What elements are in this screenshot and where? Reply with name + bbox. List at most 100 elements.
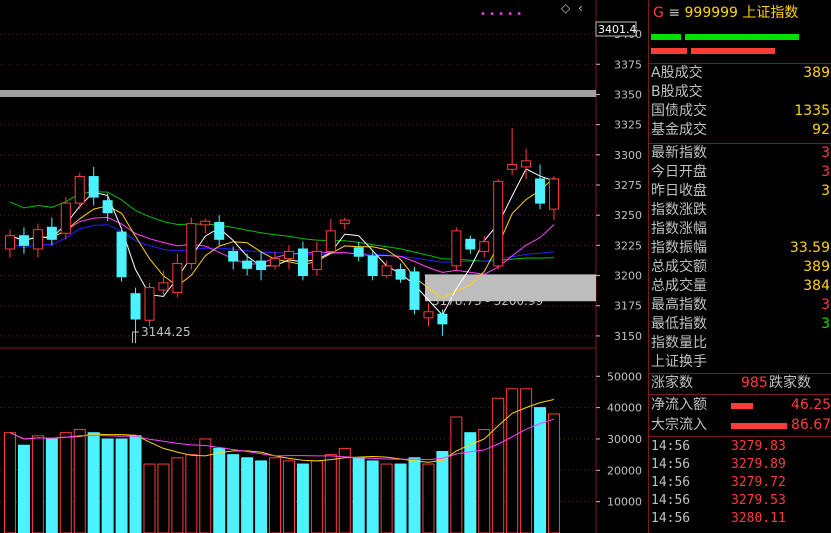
flow-value: 86.67亿 bbox=[791, 417, 831, 433]
quote-label: 总成交额 bbox=[651, 259, 707, 275]
candle-body bbox=[507, 163, 518, 170]
candle-body bbox=[242, 260, 253, 269]
volume-bar bbox=[59, 432, 72, 533]
candle-body bbox=[18, 235, 29, 246]
candle-body bbox=[535, 178, 546, 204]
candle-body bbox=[256, 260, 267, 271]
candle-body bbox=[88, 176, 99, 198]
menu-icon[interactable]: ≡ bbox=[668, 5, 680, 21]
price-tag: 3401.4 bbox=[598, 23, 637, 36]
volume-bar bbox=[492, 397, 505, 533]
price-axis: 3400337533503325330032753250322532003175… bbox=[596, 28, 642, 343]
volume-bar bbox=[478, 429, 491, 533]
candle-body bbox=[423, 311, 434, 319]
flow-label: 大宗流入 bbox=[651, 417, 707, 433]
candle-body bbox=[144, 287, 155, 321]
volume-bar bbox=[31, 435, 44, 533]
quote-row: 总成交量 384 bbox=[651, 277, 831, 296]
flow-row: 净流入额 46.25亿 bbox=[651, 396, 831, 415]
candle-body bbox=[270, 258, 281, 267]
flow-bar bbox=[731, 403, 753, 409]
low-label: 3144.25 bbox=[141, 325, 191, 339]
volume-bar bbox=[436, 451, 449, 533]
volume-bar bbox=[255, 460, 268, 533]
price-tick-label: 3275 bbox=[614, 179, 642, 192]
quote-value: 1335 bbox=[794, 103, 830, 119]
candle-body bbox=[493, 180, 504, 267]
panel-title: G ≡ 999999 上证指数 bbox=[653, 2, 798, 22]
diamond-icon[interactable]: ◇ bbox=[561, 1, 571, 15]
tick-price: 3279.53 bbox=[731, 493, 786, 508]
quote-label: 指数振幅 bbox=[651, 240, 707, 256]
quote-label: 最新指数 bbox=[651, 145, 707, 161]
candle-body bbox=[46, 226, 57, 240]
g-label[interactable]: G bbox=[653, 5, 664, 21]
quote-value: 3 bbox=[821, 145, 830, 161]
volume-bar bbox=[45, 438, 58, 533]
chevron-icon[interactable]: ‹ bbox=[578, 1, 583, 15]
quote-value: 389 bbox=[803, 259, 830, 275]
volume-bar bbox=[129, 435, 142, 533]
quote-label: 最低指数 bbox=[651, 316, 707, 332]
tick-row: 14:56 3279.83 bbox=[651, 438, 831, 456]
quote-panel: G ≡ 999999 上证指数 A股成交 389 B股成交国债成交 1335 基金成交 9… bbox=[648, 0, 831, 533]
advance-decline-row: 涨家数 985 跌家数 bbox=[651, 374, 831, 393]
volume-bar bbox=[520, 388, 533, 533]
quote-row: A股成交 389 bbox=[651, 64, 831, 83]
volume-bar bbox=[87, 432, 100, 533]
quote-label: 国债成交 bbox=[651, 103, 707, 119]
volume-tick-label: 40000 bbox=[607, 402, 642, 415]
candle-body bbox=[283, 250, 294, 260]
volume-bar bbox=[394, 463, 407, 533]
price-tick-label: 3350 bbox=[614, 88, 642, 101]
quote-label: 指数涨跌 bbox=[651, 202, 707, 218]
candle-body bbox=[521, 160, 532, 168]
volume-bar bbox=[17, 444, 30, 533]
volume-bar bbox=[380, 463, 393, 533]
quote-label: B股成交 bbox=[651, 84, 703, 100]
advance-value: 985 bbox=[741, 375, 768, 391]
quote-row: 上证换手 bbox=[651, 353, 831, 372]
quote-value: 384 bbox=[803, 278, 830, 294]
stock-name: 上证指数 bbox=[742, 5, 799, 21]
candle-body bbox=[116, 231, 127, 278]
quote-row: 今日开盘 3 bbox=[651, 163, 831, 182]
volume-bar bbox=[324, 454, 337, 533]
tick-time: 14:56 bbox=[651, 457, 691, 472]
candle-body bbox=[60, 202, 71, 234]
candle-body bbox=[353, 247, 364, 257]
flow-label: 净流入额 bbox=[651, 397, 707, 413]
volume-bar bbox=[227, 454, 240, 533]
highlight-band bbox=[0, 90, 596, 97]
volume-bar bbox=[338, 447, 351, 533]
quote-label: 最高指数 bbox=[651, 297, 707, 313]
volume-bar bbox=[366, 460, 379, 533]
quote-row: 最新指数 3 bbox=[651, 144, 831, 163]
price-tick-label: 3300 bbox=[614, 149, 642, 162]
tick-price: 3279.89 bbox=[731, 457, 786, 472]
quote-label: 上证换手 bbox=[651, 354, 707, 370]
volume-bar bbox=[296, 463, 309, 533]
volume-axis: 50000 40000 30000 20000 10000 bbox=[596, 370, 642, 509]
candle-body bbox=[451, 230, 462, 267]
candle-body bbox=[228, 250, 239, 262]
volume-bar bbox=[310, 460, 323, 533]
candle-body bbox=[549, 178, 559, 210]
price-tick-label: 3225 bbox=[614, 239, 642, 252]
quote-label: 指数涨幅 bbox=[651, 221, 707, 237]
quote-value: 389 bbox=[803, 65, 830, 81]
quote-row: 指数涨跌 bbox=[651, 201, 831, 220]
toolbar-dots[interactable]: • • • • • bbox=[480, 9, 522, 20]
tick-time: 14:56 bbox=[651, 439, 691, 454]
candle-body bbox=[395, 269, 406, 280]
quote-label: 基金成交 bbox=[651, 122, 707, 138]
buy-volume-bar bbox=[685, 34, 799, 40]
volume-bars bbox=[4, 388, 560, 533]
tick-row: 14:56 3279.53 bbox=[651, 492, 831, 510]
price-tick-label: 3175 bbox=[614, 300, 642, 313]
kline-chart[interactable]: 3400337533503325330032753250322532003175… bbox=[0, 0, 648, 533]
volume-bar bbox=[73, 429, 86, 533]
zone-label: 3178.73 - 3200.99 bbox=[432, 294, 543, 308]
quote-value: 33.59 bbox=[789, 240, 830, 256]
price-tick-label: 3325 bbox=[614, 119, 642, 132]
